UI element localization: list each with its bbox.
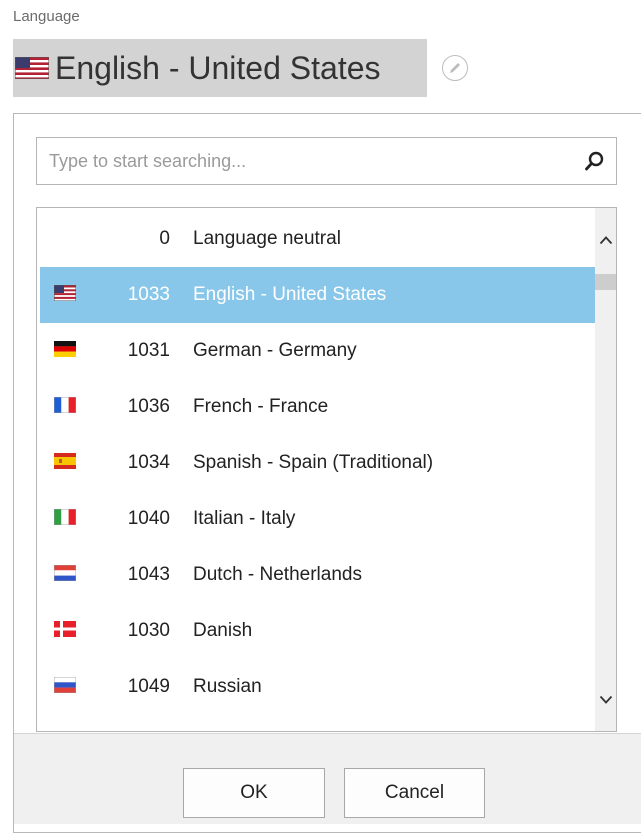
dialog-footer: OK Cancel <box>14 733 641 824</box>
russia-flag-icon <box>53 676 77 694</box>
list-item[interactable]: 1031 German - Germany <box>40 323 595 379</box>
language-code: 1036 <box>127 396 170 417</box>
search-input[interactable] <box>47 138 571 184</box>
france-flag-icon <box>53 396 77 414</box>
list-item[interactable]: 1030 Danish <box>40 603 595 659</box>
spain-flag-icon <box>54 453 76 469</box>
search-box[interactable] <box>36 137 617 185</box>
list-item[interactable]: 1034 Spanish - Spain (Traditional) <box>40 435 595 491</box>
scrollbar-thumb[interactable] <box>595 274 616 290</box>
italy-flag-icon <box>53 508 77 526</box>
language-name: Dutch - Netherlands <box>193 564 362 585</box>
germany-flag-icon <box>54 341 76 357</box>
language-code: 1049 <box>127 676 170 697</box>
language-label: Language <box>13 8 80 25</box>
language-code: 1043 <box>127 564 170 585</box>
list-item[interactable] <box>40 715 595 731</box>
language-name: Italian - Italy <box>193 508 296 529</box>
cancel-button[interactable]: Cancel <box>344 768 485 818</box>
ok-button[interactable]: OK <box>183 768 325 818</box>
search-icon[interactable] <box>584 150 606 172</box>
list-item[interactable]: 1043 Dutch - Netherlands <box>40 547 595 603</box>
language-list[interactable]: 0 Language neutral 1033 English - United… <box>36 207 617 732</box>
denmark-flag-icon <box>54 621 76 637</box>
language-name: Spanish - Spain (Traditional) <box>193 452 434 473</box>
list-item[interactable]: 1049 Russian <box>40 659 595 715</box>
list-item[interactable]: 1040 Italian - Italy <box>40 491 595 547</box>
us-flag-icon <box>53 284 77 302</box>
language-name: French - France <box>193 396 329 417</box>
list-scrollbar[interactable] <box>595 208 616 731</box>
language-name: Russian <box>193 676 262 697</box>
language-value-field[interactable]: English - United States <box>13 39 427 97</box>
language-code: 1031 <box>127 340 170 361</box>
edit-pencil-icon[interactable] <box>442 55 468 81</box>
chevron-up-icon[interactable] <box>595 228 616 252</box>
chevron-down-icon[interactable] <box>595 688 616 712</box>
language-name: German - Germany <box>193 340 357 361</box>
list-item[interactable]: 0 Language neutral <box>40 211 595 267</box>
language-code: 1040 <box>127 508 170 529</box>
language-name: English - United States <box>193 284 387 305</box>
list-item[interactable]: 1036 French - France <box>40 379 595 435</box>
us-flag-icon <box>14 56 50 80</box>
language-code: 1034 <box>127 452 170 473</box>
language-name: Danish <box>193 620 253 641</box>
netherlands-flag-icon <box>53 564 77 582</box>
list-item-selected[interactable]: 1033 English - United States <box>40 267 595 323</box>
language-code: 0 <box>159 228 170 249</box>
language-code: 1033 <box>127 284 170 305</box>
language-value-text: English - United States <box>55 49 381 86</box>
language-name: Language neutral <box>193 228 341 249</box>
language-code: 1030 <box>127 620 170 641</box>
